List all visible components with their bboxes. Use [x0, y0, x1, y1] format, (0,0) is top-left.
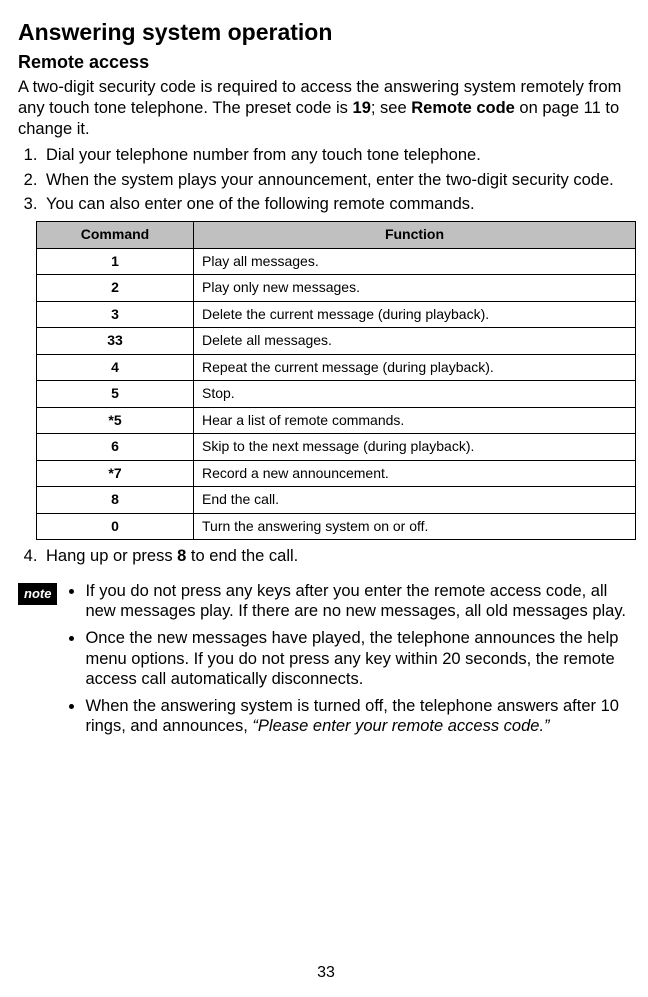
- function-cell: End the call.: [194, 487, 636, 514]
- commands-table: Command Function 1Play all messages. 2Pl…: [36, 221, 636, 540]
- table-row: 1Play all messages.: [37, 248, 636, 275]
- table-row: 8End the call.: [37, 487, 636, 514]
- table-row: 33Delete all messages.: [37, 328, 636, 355]
- command-cell: 5: [37, 381, 194, 408]
- command-cell: *5: [37, 407, 194, 434]
- command-cell: 1: [37, 248, 194, 275]
- function-cell: Hear a list of remote commands.: [194, 407, 636, 434]
- command-cell: *7: [37, 460, 194, 487]
- table-header-row: Command Function: [37, 222, 636, 249]
- function-cell: Turn the answering system on or off.: [194, 513, 636, 540]
- step-item: Dial your telephone number from any touc…: [42, 145, 634, 166]
- steps-list-continued: Hang up or press 8 to end the call.: [18, 546, 634, 567]
- table-row: 5Stop.: [37, 381, 636, 408]
- table-header: Command: [37, 222, 194, 249]
- table-header: Function: [194, 222, 636, 249]
- note-item: When the answering system is turned off,…: [85, 696, 634, 737]
- function-cell: Play only new messages.: [194, 275, 636, 302]
- function-cell: Skip to the next message (during playbac…: [194, 434, 636, 461]
- command-cell: 4: [37, 354, 194, 381]
- remote-code-ref: Remote code: [411, 99, 515, 117]
- table-row: 3Delete the current message (during play…: [37, 301, 636, 328]
- function-cell: Delete the current message (during playb…: [194, 301, 636, 328]
- table-row: 2Play only new messages.: [37, 275, 636, 302]
- page-title: Answering system operation: [18, 18, 634, 47]
- command-cell: 8: [37, 487, 194, 514]
- function-cell: Play all messages.: [194, 248, 636, 275]
- table-row: 6Skip to the next message (during playba…: [37, 434, 636, 461]
- preset-code: 19: [353, 99, 371, 117]
- step-item: When the system plays your announcement,…: [42, 170, 634, 191]
- table-row: *5Hear a list of remote commands.: [37, 407, 636, 434]
- key-press: 8: [177, 547, 186, 565]
- note-item: Once the new messages have played, the t…: [85, 628, 634, 690]
- function-cell: Stop.: [194, 381, 636, 408]
- table-row: 4Repeat the current message (during play…: [37, 354, 636, 381]
- note-quote: “Please enter your remote access code.”: [252, 717, 549, 735]
- note-item: If you do not press any keys after you e…: [85, 581, 634, 622]
- command-cell: 0: [37, 513, 194, 540]
- note-block: note If you do not press any keys after …: [18, 581, 634, 743]
- command-cell: 2: [37, 275, 194, 302]
- step-item: Hang up or press 8 to end the call.: [42, 546, 634, 567]
- command-cell: 6: [37, 434, 194, 461]
- function-cell: Repeat the current message (during playb…: [194, 354, 636, 381]
- command-cell: 3: [37, 301, 194, 328]
- note-list: If you do not press any keys after you e…: [67, 581, 634, 743]
- section-title: Remote access: [18, 51, 634, 74]
- command-cell: 33: [37, 328, 194, 355]
- function-cell: Delete all messages.: [194, 328, 636, 355]
- page-number: 33: [18, 963, 634, 983]
- note-badge: note: [18, 583, 57, 605]
- intro-text: ; see: [371, 99, 411, 117]
- steps-list: Dial your telephone number from any touc…: [18, 145, 634, 215]
- intro-paragraph: A two-digit security code is required to…: [18, 77, 634, 139]
- table-row: 0Turn the answering system on or off.: [37, 513, 636, 540]
- table-row: *7Record a new announcement.: [37, 460, 636, 487]
- function-cell: Record a new announcement.: [194, 460, 636, 487]
- step-text: to end the call.: [186, 547, 298, 565]
- step-item: You can also enter one of the following …: [42, 194, 634, 215]
- step-text: Hang up or press: [46, 547, 177, 565]
